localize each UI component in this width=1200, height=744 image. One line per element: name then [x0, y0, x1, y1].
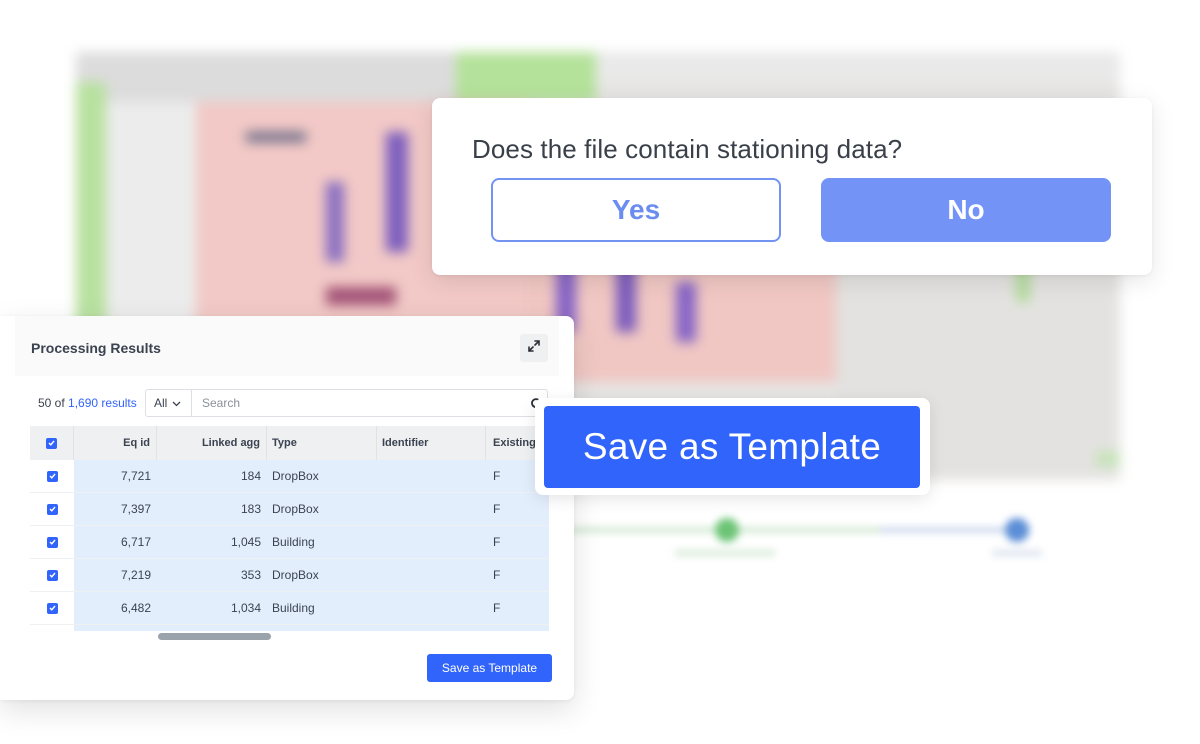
no-button[interactable]: No — [821, 178, 1111, 242]
column-header-linked-agg[interactable]: Linked agg — [157, 426, 267, 460]
select-all-cell — [30, 426, 74, 460]
cell-identifier — [377, 493, 486, 525]
cell-existing: F — [486, 526, 549, 558]
cell-type: DropBox — [267, 559, 377, 591]
cell-identifier — [377, 559, 486, 591]
horizontal-scrollbar[interactable] — [158, 633, 271, 640]
cell-eq-id: 7,397 — [74, 493, 157, 525]
cell-identifier — [377, 526, 486, 558]
cell-eq-id: 6,482 — [74, 592, 157, 624]
question-text: Does the file contain stationing data? — [472, 134, 903, 164]
column-header-identifier[interactable]: Identifier — [377, 426, 486, 460]
cell-type: DropBox — [267, 493, 377, 525]
cell-type: Building — [267, 592, 377, 624]
filter-selected-value: All — [154, 396, 168, 410]
table-row[interactable]: 7,397 183 DropBox F — [30, 493, 549, 526]
cell-type: Building — [267, 526, 377, 558]
save-template-callout: Save as Template — [535, 398, 930, 495]
cell-existing: F — [486, 493, 549, 525]
row-checkbox[interactable] — [46, 536, 58, 548]
filter-search-group: All — [145, 389, 548, 417]
results-total-link[interactable]: 1,690 results — [68, 396, 137, 410]
expand-button[interactable] — [520, 334, 548, 362]
table-header: Eq id Linked agg Type Identifier Existin… — [30, 426, 549, 460]
panel-title: Processing Results — [31, 340, 161, 356]
table-row[interactable]: 6,717 1,045 Building F — [30, 526, 549, 559]
panel-header: Processing Results — [15, 316, 559, 376]
column-header-type[interactable]: Type — [267, 426, 377, 460]
table-row[interactable]: 7,219 353 DropBox F — [30, 559, 549, 592]
cell-identifier — [377, 592, 486, 624]
background-progress-stepper — [560, 510, 1100, 570]
cell-linked-agg: 184 — [157, 460, 267, 492]
cell-type: DropBox — [267, 460, 377, 492]
expand-arrows-icon — [528, 339, 540, 357]
chevron-down-icon — [172, 396, 181, 410]
results-toolbar: 50 of 1,690 results All — [38, 389, 548, 417]
cell-eq-id: 6,717 — [74, 526, 157, 558]
processing-results-panel: Processing Results 50 of 1,690 results A… — [0, 316, 574, 700]
cell-existing: F — [486, 559, 549, 591]
table-row[interactable]: 6,482 1,034 Building F — [30, 592, 549, 625]
cell-linked-agg: 1,034 — [157, 592, 267, 624]
results-table: Eq id Linked agg Type Identifier Existin… — [30, 426, 549, 631]
select-all-checkbox[interactable] — [46, 437, 57, 449]
search-input[interactable] — [192, 390, 525, 416]
cell-linked-agg: 353 — [157, 559, 267, 591]
row-checkbox[interactable] — [46, 503, 58, 515]
cell-existing: F — [486, 592, 549, 624]
cell-linked-agg: 1,045 — [157, 526, 267, 558]
filter-select[interactable]: All — [146, 390, 192, 416]
table-row[interactable]: 7,721 184 DropBox F — [30, 460, 549, 493]
save-as-template-callout-button[interactable]: Save as Template — [544, 406, 920, 488]
cell-eq-id: 7,721 — [74, 460, 157, 492]
results-count: 50 of 1,690 results — [38, 396, 137, 410]
cell-identifier — [377, 460, 486, 492]
partial-table-row — [74, 625, 549, 631]
yes-button[interactable]: Yes — [491, 178, 781, 242]
save-as-template-button[interactable]: Save as Template — [427, 654, 552, 682]
row-checkbox[interactable] — [46, 569, 58, 581]
row-checkbox[interactable] — [46, 470, 58, 482]
row-checkbox[interactable] — [46, 602, 58, 614]
cell-eq-id: 7,219 — [74, 559, 157, 591]
stationing-question-dialog: Does the file contain stationing data? Y… — [432, 98, 1152, 275]
column-header-eq-id[interactable]: Eq id — [74, 426, 157, 460]
cell-linked-agg: 183 — [157, 493, 267, 525]
